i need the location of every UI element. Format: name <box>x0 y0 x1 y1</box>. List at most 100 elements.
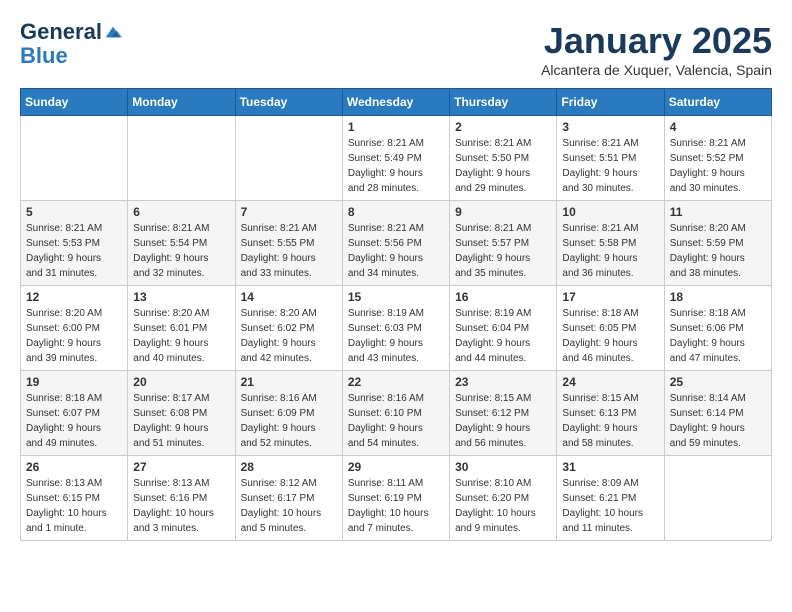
calendar-cell: 24 Sunrise: 8:15 AM Sunset: 6:13 PM Dayli… <box>557 371 664 456</box>
week-row-5: 26Sunrise: 8:13 AM Sunset: 6:15 PM Dayli… <box>21 456 772 541</box>
day-number: 16 <box>455 290 551 304</box>
calendar-cell: 19 Sunrise: 8:18 AM Sunset: 6:07 PM Dayli… <box>21 371 128 456</box>
day-info: Sunrise: 8:21 AM Sunset: 5:53 PM Dayligh… <box>26 221 122 281</box>
day-number: 29 <box>348 460 444 474</box>
calendar-cell: 31 Sunrise: 8:09 AM Sunset: 6:21 PM Dayli… <box>557 456 664 541</box>
logo-icon <box>104 23 122 41</box>
day-info: Sunrise: 8:10 AM Sunset: 6:20 PM Dayligh… <box>455 476 551 536</box>
calendar-cell: 23 Sunrise: 8:15 AM Sunset: 6:12 PM Dayli… <box>450 371 557 456</box>
calendar-cell: 4 Sunrise: 8:21 AM Sunset: 5:52 PM Daylig… <box>664 116 771 201</box>
calendar-cell: 14Sunrise: 8:20 AM Sunset: 6:02 PM Dayli… <box>235 286 342 371</box>
calendar-cell <box>128 116 235 201</box>
day-number: 21 <box>241 375 337 389</box>
day-number: 25 <box>670 375 766 389</box>
day-info: Sunrise: 8:16 AM Sunset: 6:09 PM Dayligh… <box>241 391 337 451</box>
page-header: General Blue January 2025 Alcantera de X… <box>20 20 772 78</box>
logo: General Blue <box>20 20 122 68</box>
day-info: Sunrise: 8:19 AM Sunset: 6:03 PM Dayligh… <box>348 306 444 366</box>
day-number: 3 <box>562 120 658 134</box>
week-row-4: 19 Sunrise: 8:18 AM Sunset: 6:07 PM Dayli… <box>21 371 772 456</box>
day-number: 4 <box>670 120 766 134</box>
calendar-cell: 22 Sunrise: 8:16 AM Sunset: 6:10 PM Dayli… <box>342 371 449 456</box>
calendar-cell: 12Sunrise: 8:20 AM Sunset: 6:00 PM Dayli… <box>21 286 128 371</box>
day-number: 10 <box>562 205 658 219</box>
day-info: Sunrise: 8:21 AM Sunset: 5:54 PM Dayligh… <box>133 221 229 281</box>
day-info: Sunrise: 8:19 AM Sunset: 6:04 PM Dayligh… <box>455 306 551 366</box>
calendar-table: SundayMondayTuesdayWednesdayThursdayFrid… <box>20 88 772 541</box>
week-row-2: 5 Sunrise: 8:21 AM Sunset: 5:53 PM Daylig… <box>21 201 772 286</box>
day-number: 11 <box>670 205 766 219</box>
day-info: Sunrise: 8:16 AM Sunset: 6:10 PM Dayligh… <box>348 391 444 451</box>
day-number: 24 <box>562 375 658 389</box>
day-info: Sunrise: 8:13 AM Sunset: 6:15 PM Dayligh… <box>26 476 122 536</box>
day-info: Sunrise: 8:15 AM Sunset: 6:13 PM Dayligh… <box>562 391 658 451</box>
calendar-cell: 10 Sunrise: 8:21 AM Sunset: 5:58 PM Dayli… <box>557 201 664 286</box>
calendar-cell: 2Sunrise: 8:21 AM Sunset: 5:50 PM Daylig… <box>450 116 557 201</box>
week-row-1: 1 Sunrise: 8:21 AM Sunset: 5:49 PM Daylig… <box>21 116 772 201</box>
weekday-header-saturday: Saturday <box>664 89 771 116</box>
day-number: 17 <box>562 290 658 304</box>
calendar-cell: 5 Sunrise: 8:21 AM Sunset: 5:53 PM Daylig… <box>21 201 128 286</box>
day-info: Sunrise: 8:15 AM Sunset: 6:12 PM Dayligh… <box>455 391 551 451</box>
day-info: Sunrise: 8:21 AM Sunset: 5:49 PM Dayligh… <box>348 136 444 196</box>
calendar-cell <box>664 456 771 541</box>
calendar-cell: 7 Sunrise: 8:21 AM Sunset: 5:55 PM Daylig… <box>235 201 342 286</box>
calendar-cell <box>21 116 128 201</box>
title-area: January 2025 Alcantera de Xuquer, Valenc… <box>541 20 772 78</box>
day-info: Sunrise: 8:21 AM Sunset: 5:51 PM Dayligh… <box>562 136 658 196</box>
day-info: Sunrise: 8:12 AM Sunset: 6:17 PM Dayligh… <box>241 476 337 536</box>
calendar-cell: 25 Sunrise: 8:14 AM Sunset: 6:14 PM Dayli… <box>664 371 771 456</box>
day-number: 1 <box>348 120 444 134</box>
calendar-cell: 28 Sunrise: 8:12 AM Sunset: 6:17 PM Dayli… <box>235 456 342 541</box>
day-info: Sunrise: 8:20 AM Sunset: 6:01 PM Dayligh… <box>133 306 229 366</box>
weekday-header-row: SundayMondayTuesdayWednesdayThursdayFrid… <box>21 89 772 116</box>
day-info: Sunrise: 8:17 AM Sunset: 6:08 PM Dayligh… <box>133 391 229 451</box>
calendar-cell: 13 Sunrise: 8:20 AM Sunset: 6:01 PM Dayli… <box>128 286 235 371</box>
calendar-cell <box>235 116 342 201</box>
week-row-3: 12Sunrise: 8:20 AM Sunset: 6:00 PM Dayli… <box>21 286 772 371</box>
weekday-header-tuesday: Tuesday <box>235 89 342 116</box>
day-info: Sunrise: 8:11 AM Sunset: 6:19 PM Dayligh… <box>348 476 444 536</box>
weekday-header-friday: Friday <box>557 89 664 116</box>
weekday-header-monday: Monday <box>128 89 235 116</box>
day-number: 5 <box>26 205 122 219</box>
day-number: 9 <box>455 205 551 219</box>
day-info: Sunrise: 8:21 AM Sunset: 5:52 PM Dayligh… <box>670 136 766 196</box>
day-number: 23 <box>455 375 551 389</box>
calendar-cell: 20 Sunrise: 8:17 AM Sunset: 6:08 PM Dayli… <box>128 371 235 456</box>
location-subtitle: Alcantera de Xuquer, Valencia, Spain <box>541 62 772 78</box>
calendar-cell: 1 Sunrise: 8:21 AM Sunset: 5:49 PM Daylig… <box>342 116 449 201</box>
day-info: Sunrise: 8:20 AM Sunset: 5:59 PM Dayligh… <box>670 221 766 281</box>
day-info: Sunrise: 8:21 AM Sunset: 5:57 PM Dayligh… <box>455 221 551 281</box>
calendar-cell: 27 Sunrise: 8:13 AM Sunset: 6:16 PM Dayli… <box>128 456 235 541</box>
calendar-cell: 11 Sunrise: 8:20 AM Sunset: 5:59 PM Dayli… <box>664 201 771 286</box>
day-number: 31 <box>562 460 658 474</box>
day-number: 7 <box>241 205 337 219</box>
day-number: 18 <box>670 290 766 304</box>
day-info: Sunrise: 8:21 AM Sunset: 5:58 PM Dayligh… <box>562 221 658 281</box>
calendar-cell: 16 Sunrise: 8:19 AM Sunset: 6:04 PM Dayli… <box>450 286 557 371</box>
day-number: 27 <box>133 460 229 474</box>
day-number: 22 <box>348 375 444 389</box>
day-number: 28 <box>241 460 337 474</box>
day-info: Sunrise: 8:13 AM Sunset: 6:16 PM Dayligh… <box>133 476 229 536</box>
calendar-cell: 3 Sunrise: 8:21 AM Sunset: 5:51 PM Daylig… <box>557 116 664 201</box>
day-number: 15 <box>348 290 444 304</box>
day-number: 14 <box>241 290 337 304</box>
day-number: 13 <box>133 290 229 304</box>
weekday-header-sunday: Sunday <box>21 89 128 116</box>
day-number: 30 <box>455 460 551 474</box>
day-info: Sunrise: 8:14 AM Sunset: 6:14 PM Dayligh… <box>670 391 766 451</box>
calendar-cell: 18Sunrise: 8:18 AM Sunset: 6:06 PM Dayli… <box>664 286 771 371</box>
month-title: January 2025 <box>541 20 772 62</box>
day-info: Sunrise: 8:21 AM Sunset: 5:50 PM Dayligh… <box>455 136 551 196</box>
day-number: 19 <box>26 375 122 389</box>
day-number: 6 <box>133 205 229 219</box>
day-info: Sunrise: 8:18 AM Sunset: 6:05 PM Dayligh… <box>562 306 658 366</box>
day-number: 20 <box>133 375 229 389</box>
day-info: Sunrise: 8:21 AM Sunset: 5:55 PM Dayligh… <box>241 221 337 281</box>
day-info: Sunrise: 8:09 AM Sunset: 6:21 PM Dayligh… <box>562 476 658 536</box>
weekday-header-wednesday: Wednesday <box>342 89 449 116</box>
day-info: Sunrise: 8:18 AM Sunset: 6:07 PM Dayligh… <box>26 391 122 451</box>
logo-blue: Blue <box>20 43 68 68</box>
